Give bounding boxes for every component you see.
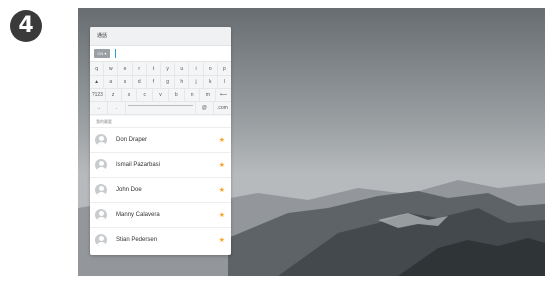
keyboard-row-3: ?123 z x c v b n m ⟵ [90, 89, 231, 102]
key-k[interactable]: k [204, 76, 218, 88]
key-t[interactable]: t [147, 63, 162, 75]
key-g[interactable]: g [161, 76, 176, 88]
contact-name: John Doe [116, 187, 142, 193]
contact-name: Stian Pedersen [116, 237, 158, 243]
person-icon [95, 134, 107, 146]
key-a[interactable]: a [104, 76, 119, 88]
key-at[interactable]: @ [196, 102, 214, 114]
key-x[interactable]: x [122, 89, 138, 101]
contact-name: Don Draper [116, 137, 148, 143]
key-l[interactable]: l [218, 76, 231, 88]
key-h[interactable]: h [175, 76, 190, 88]
key-z[interactable]: z [106, 89, 122, 101]
star-icon[interactable]: ★ [219, 136, 225, 144]
step-number-badge: 4 [10, 10, 42, 42]
key-o[interactable]: o [204, 63, 218, 75]
language-selector[interactable]: CN ▾ [94, 49, 110, 58]
spacebar-key[interactable] [126, 102, 196, 114]
contact-name: Ismail Pazarbasi [116, 162, 161, 168]
contact-row[interactable]: Manny Calavera ★ [90, 202, 231, 227]
text-cursor [115, 49, 116, 58]
key-y[interactable]: y [161, 63, 176, 75]
key-w[interactable]: w [104, 63, 119, 75]
key-j[interactable]: j [189, 76, 204, 88]
person-icon [95, 234, 107, 246]
keyboard-row-1: q w e r t y u i o p [90, 63, 231, 76]
key-n[interactable]: n [185, 89, 201, 101]
key-m[interactable]: m [200, 89, 217, 101]
person-icon [95, 159, 107, 171]
onscreen-keyboard: q w e r t y u i o p ▲ a s d f g h j k l … [90, 62, 231, 116]
key-c[interactable]: c [137, 89, 154, 101]
person-icon [95, 184, 107, 196]
person-icon [95, 209, 107, 221]
favorites-heading: 我的最愛 [96, 119, 112, 124]
contact-row[interactable]: Stian Pedersen ★ [90, 227, 231, 252]
key-p[interactable]: p [218, 63, 231, 75]
key-u[interactable]: u [175, 63, 190, 75]
star-icon[interactable]: ★ [219, 211, 225, 219]
spacebar-line [128, 105, 193, 106]
keyboard-row-2: ▲ a s d f g h j k l [90, 76, 231, 89]
star-icon[interactable]: ★ [219, 236, 225, 244]
key-dotcom[interactable]: .com [214, 102, 231, 114]
panel-title: 通話 [90, 27, 231, 46]
backspace-key[interactable]: ⟵ [216, 89, 231, 101]
key-i[interactable]: i [189, 63, 204, 75]
next-key[interactable]: → [90, 102, 109, 114]
key-d[interactable]: d [133, 76, 147, 88]
key-e[interactable]: e [118, 63, 133, 75]
star-icon[interactable]: ★ [219, 186, 225, 194]
star-icon[interactable]: ★ [219, 161, 225, 169]
contact-row[interactable]: John Doe ★ [90, 177, 231, 202]
shift-key[interactable]: ▲ [90, 76, 105, 88]
keyboard-row-4: → . @ .com [90, 102, 231, 115]
contact-name: Manny Calavera [116, 212, 160, 218]
contact-row[interactable]: Ismail Pazarbasi ★ [90, 152, 231, 177]
key-q[interactable]: q [90, 63, 105, 75]
symbols-key[interactable]: ?123 [90, 89, 106, 101]
key-v[interactable]: v [153, 89, 169, 101]
call-panel: 通話 CN ▾ q w e r t y u i o p ▲ a s d f g … [90, 27, 231, 255]
contact-row[interactable]: Don Draper ★ [90, 127, 231, 152]
search-input[interactable]: CN ▾ [90, 46, 231, 62]
key-period[interactable]: . [108, 102, 127, 114]
key-f[interactable]: f [147, 76, 162, 88]
key-b[interactable]: b [169, 89, 185, 101]
device-screen: 通話 CN ▾ q w e r t y u i o p ▲ a s d f g … [78, 8, 545, 276]
key-r[interactable]: r [133, 63, 147, 75]
key-s[interactable]: s [118, 76, 133, 88]
